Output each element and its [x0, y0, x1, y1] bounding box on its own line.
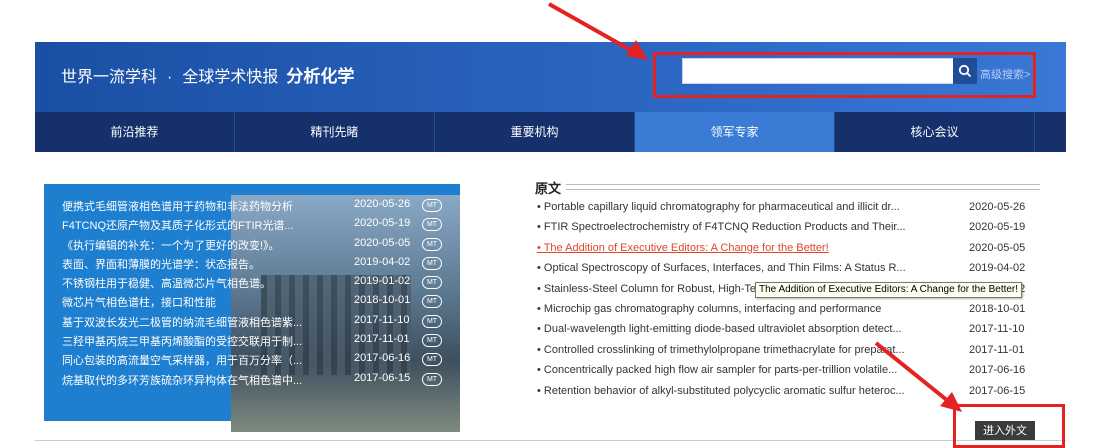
machine-translation-badge: MT — [422, 334, 442, 348]
list-item-date: 2017-06-16 — [969, 364, 1026, 377]
list-item-date: 2017-11-10 — [969, 323, 1025, 336]
list-item-title[interactable]: 同心包装的高流量空气采样器，用于百万分率（... — [62, 352, 332, 368]
machine-translation-badge: MT — [422, 314, 442, 328]
list-item[interactable]: 烷基取代的多环芳族硫杂环异构体在气相色谱中... 2017-06-15 MT — [44, 370, 460, 389]
list-item-date: 2017-11-01 — [354, 333, 410, 346]
nav-item-institutions[interactable]: 重要机构 — [435, 112, 635, 152]
machine-translation-badge: MT — [422, 372, 442, 386]
list-item-title[interactable]: 基于双波长发光二极管的纳流毛细管液相色谱紫... — [62, 314, 332, 330]
list-item[interactable]: 微芯片气相色谱柱，接口和性能 2018-10-01 MT — [44, 292, 460, 311]
list-item[interactable]: • FTIR Spectroelectrochemistry of F4TCNQ… — [537, 218, 1067, 238]
list-item-title[interactable]: 表面、界面和薄膜的光谱学：状态报告。 — [62, 256, 332, 272]
list-item-title[interactable]: F4TCNQ还原产物及其质子化形式的FTIR光谱... — [62, 217, 332, 233]
list-item-date: 2020-05-19 — [354, 217, 411, 230]
list-item-title[interactable]: • Concentrically packed high flow air sa… — [537, 364, 937, 376]
list-item[interactable]: F4TCNQ还原产物及其质子化形式的FTIR光谱... 2020-05-19 MT — [44, 215, 460, 234]
list-item[interactable]: 表面、界面和薄膜的光谱学：状态报告。 2019-04-02 MT — [44, 254, 460, 273]
list-item-title[interactable]: 便携式毛细管液相色谱用于药物和非法药物分析 — [62, 198, 332, 214]
list-item-title[interactable]: 不锈钢柱用于稳健、高温微芯片气相色谱。 — [62, 275, 332, 291]
list-item-date: 2017-06-15 — [354, 371, 411, 384]
original-heading: 原文 — [535, 181, 562, 196]
list-item-title-hovered[interactable]: • The Addition of Executive Editors: A C… — [537, 242, 937, 254]
list-item-date: 2018-10-01 — [969, 302, 1026, 315]
list-item[interactable]: 不锈钢柱用于稳健、高温微芯片气相色谱。 2019-01-02 MT — [44, 273, 460, 292]
list-item-date: 2020-05-05 — [969, 241, 1026, 254]
list-item-date: 2019-04-02 — [354, 255, 411, 268]
list-item[interactable]: • The Addition of Executive Editors: A C… — [537, 239, 1067, 259]
list-item-title[interactable]: • FTIR Spectroelectrochemistry of F4TCNQ… — [537, 221, 937, 233]
title-tooltip: The Addition of Executive Editors: A Cha… — [755, 282, 1023, 298]
machine-translation-badge: MT — [422, 237, 442, 251]
list-item-date: 2017-06-16 — [354, 352, 411, 365]
list-item[interactable]: • Portable capillary liquid chromatograp… — [537, 198, 1067, 218]
list-item-title[interactable]: 微芯片气相色谱柱，接口和性能 — [62, 294, 332, 310]
list-item[interactable]: • Retention behavior of alkyl-substitute… — [537, 382, 1067, 402]
list-item[interactable]: 同心包装的高流量空气采样器，用于百万分率（... 2017-06-16 MT — [44, 350, 460, 369]
brand-main: 世界一流学科 — [61, 69, 158, 86]
list-item-date: 2018-10-01 — [354, 294, 411, 307]
bottom-divider — [35, 440, 1066, 441]
list-item-title[interactable]: • Retention behavior of alkyl-substitute… — [537, 385, 937, 397]
nav-item-conferences[interactable]: 核心会议 — [835, 112, 1035, 152]
list-item-title[interactable]: • Optical Spectroscopy of Surfaces, Inte… — [537, 262, 937, 274]
list-item[interactable]: • Dual-wavelength light-emitting diode-b… — [537, 320, 1067, 340]
list-item[interactable]: 便携式毛细管液相色谱用于药物和非法药物分析 2020-05-26 MT — [44, 196, 460, 215]
machine-translation-badge: MT — [422, 276, 442, 290]
list-item-title[interactable]: 烷基取代的多环芳族硫杂环异构体在气相色谱中... — [62, 372, 332, 388]
original-list: • Portable capillary liquid chromatograp… — [537, 198, 1067, 402]
nav-item-experts[interactable]: 领军专家 — [635, 112, 835, 152]
list-item-title[interactable]: • Microchip gas chromatography columns, … — [537, 303, 937, 315]
list-item-title[interactable]: • Controlled crosslinking of trimethylol… — [537, 344, 937, 356]
brand-dot: · — [167, 69, 173, 86]
brand-sub: 全球学术快报 — [182, 69, 279, 86]
list-item[interactable]: • Controlled crosslinking of trimethylol… — [537, 341, 1067, 361]
translated-list: 便携式毛细管液相色谱用于药物和非法药物分析 2020-05-26 MT F4TCNQ… — [44, 196, 460, 389]
machine-translation-badge: MT — [422, 199, 442, 212]
search-highlight-box — [653, 52, 1036, 98]
list-item[interactable]: 三羟甲基丙烷三甲基丙烯酸酯的受控交联用于制... 2017-11-01 MT — [44, 331, 460, 350]
nav-item-frontier[interactable]: 前沿推荐 — [35, 112, 235, 152]
list-item-date: 2019-04-02 — [969, 262, 1026, 275]
list-item-date: 2017-11-01 — [969, 343, 1025, 356]
subject-title: 分析化学 — [286, 67, 355, 86]
list-item-date: 2017-11-10 — [354, 313, 410, 326]
main-nav: 前沿推荐 精刊先睹 重要机构 领军专家 核心会议 — [35, 112, 1066, 152]
list-item[interactable]: • Microchip gas chromatography columns, … — [537, 300, 1067, 320]
list-item[interactable]: 基于双波长发光二极管的纳流毛细管液相色谱紫... 2017-11-10 MT — [44, 312, 460, 331]
list-item-date: 2020-05-26 — [969, 201, 1026, 213]
button-highlight-box — [953, 404, 1065, 448]
list-item-title[interactable]: 三羟甲基丙烷三甲基丙烯酸酯的受控交联用于制... — [62, 333, 332, 349]
list-item[interactable]: • Concentrically packed high flow air sa… — [537, 361, 1067, 381]
list-item-title[interactable]: • Portable capillary liquid chromatograp… — [537, 201, 937, 213]
list-item-title[interactable]: • Dual-wavelength light-emitting diode-b… — [537, 323, 937, 335]
list-item-date: 2020-05-05 — [354, 236, 411, 249]
list-item-date: 2019-01-02 — [354, 275, 411, 288]
list-item[interactable]: 《执行编辑的补充：一个为了更好的改变!》。 2020-05-05 MT — [44, 235, 460, 254]
list-item-date: 2020-05-26 — [354, 198, 411, 210]
list-item-date: 2017-06-15 — [969, 384, 1026, 397]
machine-translation-badge: MT — [422, 256, 442, 270]
heading-divider — [566, 184, 1040, 190]
machine-translation-badge: MT — [422, 295, 442, 309]
list-item-date: 2020-05-19 — [969, 221, 1026, 234]
machine-translation-badge: MT — [422, 218, 442, 232]
list-item-title[interactable]: 《执行编辑的补充：一个为了更好的改变!》。 — [62, 237, 332, 253]
list-item[interactable]: • Optical Spectroscopy of Surfaces, Inte… — [537, 259, 1067, 279]
machine-translation-badge: MT — [422, 353, 442, 367]
brand-title: 世界一流学科 · 全球学术快报 分析化学 — [61, 62, 354, 87]
nav-item-journals[interactable]: 精刊先睹 — [235, 112, 435, 152]
